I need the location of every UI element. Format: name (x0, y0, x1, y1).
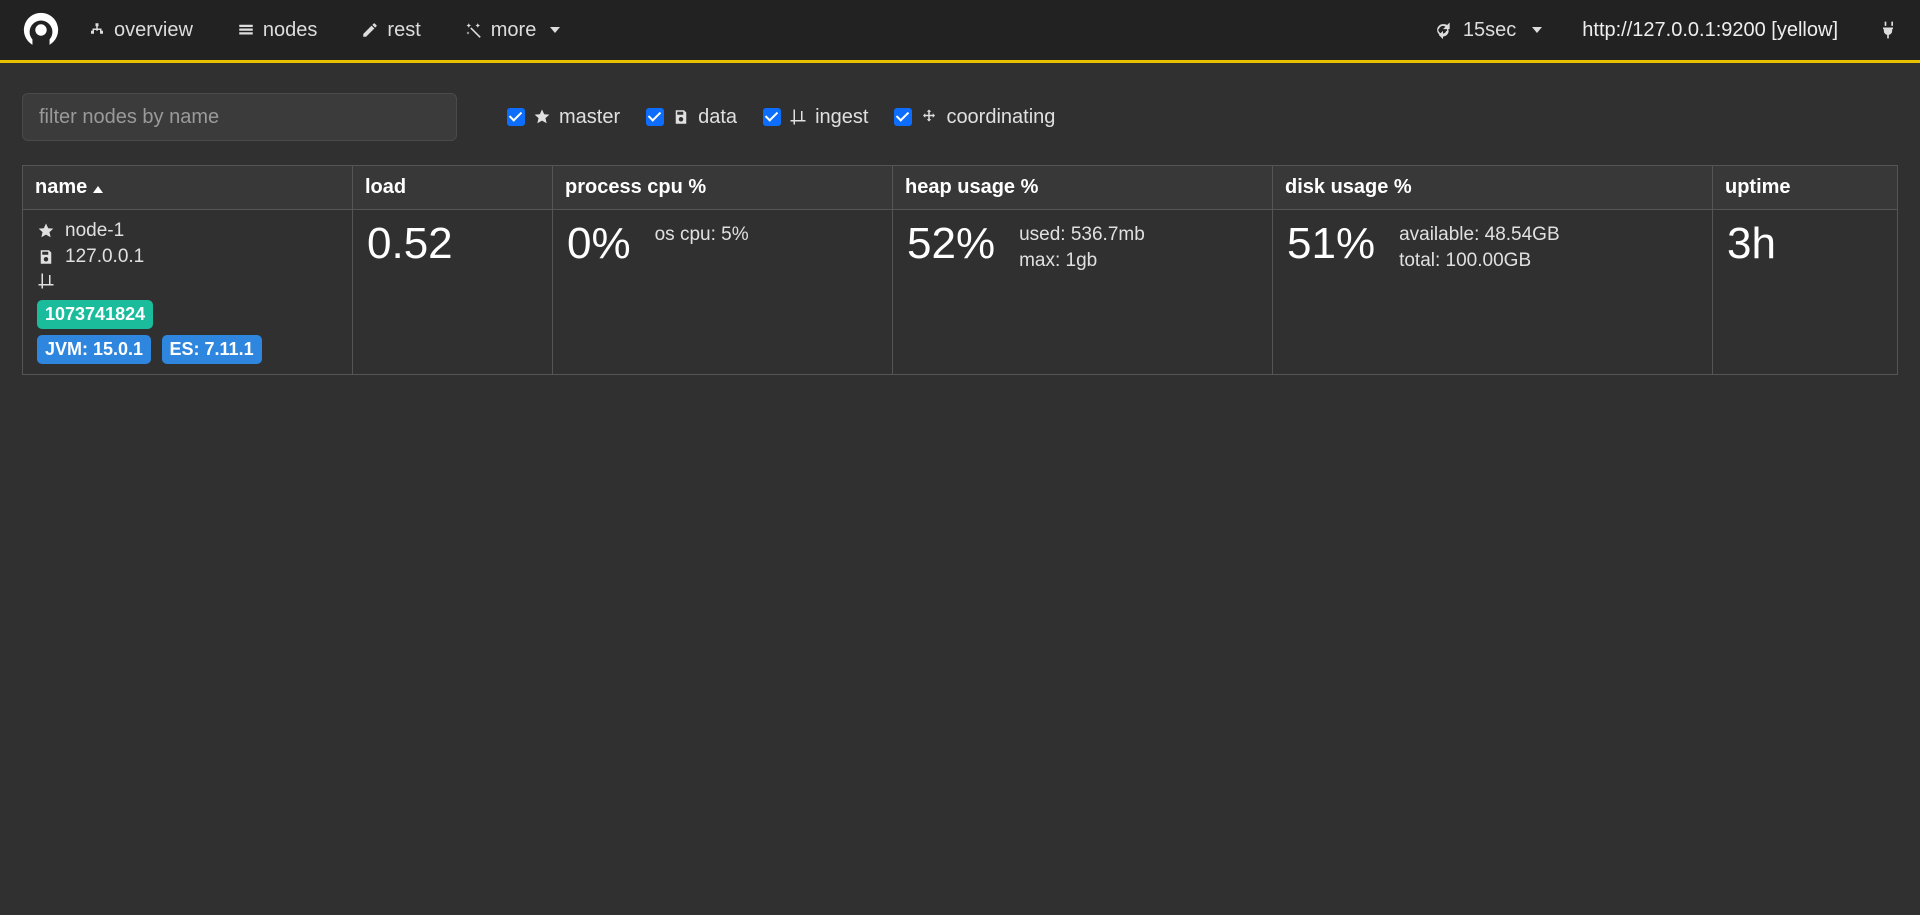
disconnect-icon[interactable] (1878, 20, 1898, 40)
navbar: overview nodes rest more 15sec http://12… (0, 0, 1920, 63)
col-heap[interactable]: heap usage % (893, 166, 1273, 210)
nav-overview-label: overview (114, 19, 193, 42)
refresh-label: 15sec (1463, 19, 1516, 42)
move-icon (920, 108, 938, 126)
filter-ingest[interactable]: ingest (763, 106, 868, 129)
cell-uptime: 3h (1713, 210, 1898, 375)
refresh-icon (1433, 20, 1453, 40)
es-badge: ES: 7.11.1 (162, 335, 262, 364)
nav-more[interactable]: more (465, 19, 561, 42)
crop-icon (789, 108, 807, 126)
brand-logo[interactable] (22, 11, 60, 49)
heap-max: max: 1gb (1019, 250, 1145, 272)
edit-icon (361, 21, 379, 39)
load-value: 0.52 (367, 220, 538, 268)
filter-data[interactable]: data (646, 106, 737, 129)
wand-icon (465, 21, 483, 39)
node-ip: 127.0.0.1 (65, 246, 144, 268)
cell-load: 0.52 (353, 210, 553, 375)
disk-icon (37, 248, 55, 266)
stack-icon (237, 21, 255, 39)
caret-down-icon (550, 27, 560, 33)
node-name: node-1 (65, 220, 124, 242)
heap-value: 52% (907, 220, 995, 268)
nav-overview[interactable]: overview (88, 19, 193, 42)
col-uptime[interactable]: uptime (1713, 166, 1898, 210)
star-icon (37, 222, 55, 240)
os-cpu: os cpu: 5% (655, 224, 749, 246)
page-content: master data ingest coordinating (0, 63, 1920, 405)
heap-used: used: 536.7mb (1019, 224, 1145, 246)
filter-master[interactable]: master (507, 106, 620, 129)
table-row: node-1 127.0.0.1 1073741824 JVM: 15.0.1 (23, 210, 1898, 375)
filter-ingest-label: ingest (815, 106, 868, 129)
node-type-filters: master data ingest coordinating (507, 106, 1055, 129)
filter-master-checkbox[interactable] (507, 108, 525, 126)
nav-links: overview nodes rest more (88, 19, 560, 42)
filter-data-label: data (698, 106, 737, 129)
disk-total: total: 100.00GB (1399, 250, 1560, 272)
filter-master-label: master (559, 106, 620, 129)
star-icon (533, 108, 551, 126)
navbar-right: 15sec http://127.0.0.1:9200 [yellow] (1433, 19, 1898, 42)
jvm-badge: JVM: 15.0.1 (37, 335, 151, 364)
heap-bytes-badge: 1073741824 (37, 300, 153, 329)
nav-nodes-label: nodes (263, 19, 318, 42)
filter-ingest-checkbox[interactable] (763, 108, 781, 126)
nav-more-label: more (491, 19, 537, 42)
filter-data-checkbox[interactable] (646, 108, 664, 126)
disk-icon (672, 108, 690, 126)
crop-icon (37, 272, 55, 290)
cell-name: node-1 127.0.0.1 1073741824 JVM: 15.0.1 (23, 210, 353, 375)
cell-cpu: 0% os cpu: 5% (553, 210, 893, 375)
filter-coordinating-label: coordinating (946, 106, 1055, 129)
cpu-value: 0% (567, 220, 631, 268)
col-name[interactable]: name (23, 166, 353, 210)
col-cpu[interactable]: process cpu % (553, 166, 893, 210)
filter-row: master data ingest coordinating (22, 93, 1898, 141)
sitemap-icon (88, 21, 106, 39)
table-header-row: name load process cpu % heap usage % dis… (23, 166, 1898, 210)
uptime-value: 3h (1727, 220, 1883, 268)
cell-disk: 51% available: 48.54GB total: 100.00GB (1273, 210, 1713, 375)
col-disk[interactable]: disk usage % (1273, 166, 1713, 210)
cell-heap: 52% used: 536.7mb max: 1gb (893, 210, 1273, 375)
nav-rest[interactable]: rest (361, 19, 420, 42)
filter-coordinating-checkbox[interactable] (894, 108, 912, 126)
nodes-table: name load process cpu % heap usage % dis… (22, 165, 1898, 375)
disk-value: 51% (1287, 220, 1375, 268)
col-load[interactable]: load (353, 166, 553, 210)
filter-coordinating[interactable]: coordinating (894, 106, 1055, 129)
filter-input[interactable] (22, 93, 457, 141)
nav-rest-label: rest (387, 19, 420, 42)
cluster-url: http://127.0.0.1:9200 [yellow] (1582, 19, 1838, 42)
caret-down-icon (1532, 27, 1542, 33)
nav-nodes[interactable]: nodes (237, 19, 318, 42)
disk-avail: available: 48.54GB (1399, 224, 1560, 246)
refresh-dropdown[interactable]: 15sec (1433, 19, 1542, 42)
